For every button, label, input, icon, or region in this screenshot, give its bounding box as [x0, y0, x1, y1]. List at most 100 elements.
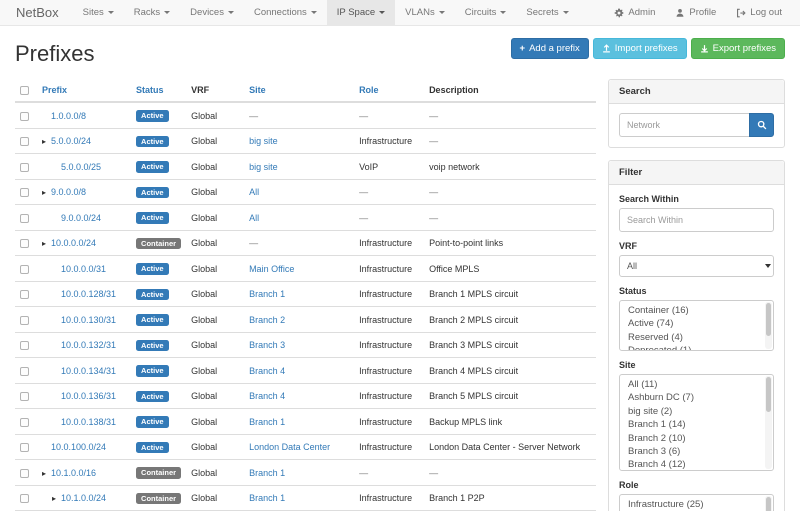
- site-option[interactable]: Branch 4 (12): [620, 458, 773, 471]
- row-checkbox[interactable]: [20, 392, 29, 401]
- table-row: ▸10.0.0.130/31 Active Global Branch 2 In…: [15, 307, 596, 333]
- row-checkbox[interactable]: [20, 443, 29, 452]
- site-option[interactable]: All (11): [620, 378, 773, 391]
- prefix-link[interactable]: 10.0.0.0/24: [51, 238, 96, 248]
- select-all-checkbox[interactable]: [20, 86, 29, 95]
- nav-item-devices[interactable]: Devices: [180, 0, 244, 25]
- site-link[interactable]: Branch 4: [249, 366, 285, 376]
- search-within-input[interactable]: [619, 208, 774, 232]
- prefix-link[interactable]: 10.0.0.130/31: [61, 315, 116, 325]
- row-checkbox[interactable]: [20, 112, 29, 121]
- site-link[interactable]: All: [249, 213, 259, 223]
- site-link[interactable]: Branch 3: [249, 340, 285, 350]
- nav-item-sites[interactable]: Sites: [73, 0, 124, 25]
- prefix-table-body: ▸1.0.0.0/8 Active Global — — — ▸5.0.0.0/…: [15, 102, 596, 511]
- row-checkbox[interactable]: [20, 239, 29, 248]
- import-prefixes-button[interactable]: Import prefixes: [593, 38, 687, 59]
- description-cell: Office MPLS: [424, 256, 596, 282]
- prefix-link[interactable]: 10.0.100.0/24: [51, 442, 106, 452]
- export-prefixes-label: Export prefixes: [713, 43, 776, 54]
- status-listbox[interactable]: Container (16)Active (74)Reserved (4)Dep…: [619, 300, 774, 351]
- row-checkbox[interactable]: [20, 214, 29, 223]
- site-link[interactable]: Branch 4: [249, 391, 285, 401]
- row-checkbox[interactable]: [20, 469, 29, 478]
- row-checkbox[interactable]: [20, 265, 29, 274]
- row-checkbox[interactable]: [20, 418, 29, 427]
- site-link[interactable]: Main Office: [249, 264, 294, 274]
- nav-item-racks[interactable]: Racks: [124, 0, 180, 25]
- search-button[interactable]: [749, 113, 774, 137]
- role-option[interactable]: Infrastructure (25): [620, 498, 773, 511]
- nav-item-label: Secrets: [526, 7, 558, 18]
- row-checkbox[interactable]: [20, 341, 29, 350]
- nav-item-vlans[interactable]: VLANs: [395, 0, 455, 25]
- status-option[interactable]: Reserved (4): [620, 331, 773, 344]
- prefix-link[interactable]: 10.1.0.0/24: [61, 493, 106, 503]
- search-input[interactable]: [619, 113, 749, 137]
- site-listbox[interactable]: All (11)Ashburn DC (7)big site (2)Branch…: [619, 374, 774, 471]
- site-link[interactable]: big site: [249, 162, 278, 172]
- export-prefixes-button[interactable]: Export prefixes: [691, 38, 785, 59]
- status-badge: Active: [136, 365, 169, 377]
- site-scrollbar[interactable]: [765, 376, 772, 469]
- nav-item-secrets[interactable]: Secrets: [516, 0, 578, 25]
- row-checkbox[interactable]: [20, 290, 29, 299]
- row-checkbox[interactable]: [20, 316, 29, 325]
- prefix-link[interactable]: 1.0.0.0/8: [51, 111, 86, 121]
- nav-item-ip-space[interactable]: IP Space: [327, 0, 395, 25]
- row-checkbox[interactable]: [20, 137, 29, 146]
- status-option[interactable]: Active (74): [620, 317, 773, 330]
- nav-menu: SitesRacksDevicesConnectionsIP SpaceVLAN…: [73, 0, 579, 25]
- filter-panel: Filter Search Within VRF All Status Cont…: [608, 160, 785, 511]
- nav-item-circuits[interactable]: Circuits: [455, 0, 517, 25]
- site-link[interactable]: Branch 1: [249, 468, 285, 478]
- add-prefix-button[interactable]: + Add a prefix: [511, 38, 589, 59]
- table-row: ▸5.0.0.0/25 Active Global big site VoIP …: [15, 154, 596, 180]
- role-cell: Infrastructure: [354, 485, 424, 511]
- row-checkbox[interactable]: [20, 367, 29, 376]
- site-link[interactable]: London Data Center: [249, 442, 330, 452]
- logout-menu-item[interactable]: Log out: [726, 0, 792, 25]
- nav-item-connections[interactable]: Connections: [244, 0, 327, 25]
- sort-link-site[interactable]: Site: [249, 85, 266, 95]
- status-option[interactable]: Container (16): [620, 304, 773, 317]
- prefix-link[interactable]: 10.0.0.0/31: [61, 264, 106, 274]
- row-checkbox[interactable]: [20, 163, 29, 172]
- site-option[interactable]: Branch 3 (6): [620, 445, 773, 458]
- site-link[interactable]: Branch 1: [249, 417, 285, 427]
- site-option[interactable]: Branch 1 (14): [620, 418, 773, 431]
- prefix-link[interactable]: 10.0.0.134/31: [61, 366, 116, 376]
- row-checkbox[interactable]: [20, 494, 29, 503]
- vrf-select[interactable]: All: [619, 255, 774, 277]
- prefix-link[interactable]: 10.1.0.0/16: [51, 468, 96, 478]
- prefix-link[interactable]: 10.0.0.136/31: [61, 391, 116, 401]
- row-checkbox[interactable]: [20, 188, 29, 197]
- prefix-link[interactable]: 5.0.0.0/25: [61, 162, 101, 172]
- sort-link-role[interactable]: Role: [359, 85, 379, 95]
- brand-link[interactable]: NetBox: [0, 0, 73, 25]
- prefix-link[interactable]: 10.0.0.128/31: [61, 289, 116, 299]
- status-scrollbar[interactable]: [765, 302, 772, 349]
- prefix-link[interactable]: 10.0.0.132/31: [61, 340, 116, 350]
- profile-menu-item[interactable]: Profile: [665, 0, 726, 25]
- sort-link-status[interactable]: Status: [136, 85, 164, 95]
- prefix-link[interactable]: 5.0.0.0/24: [51, 136, 91, 146]
- site-option[interactable]: big site (2): [620, 405, 773, 418]
- prefix-link[interactable]: 10.0.0.138/31: [61, 417, 116, 427]
- site-link[interactable]: Branch 1: [249, 493, 285, 503]
- sort-link-prefix[interactable]: Prefix: [42, 85, 67, 95]
- status-badge: Container: [136, 467, 181, 479]
- site-link[interactable]: All: [249, 187, 259, 197]
- prefix-link[interactable]: 9.0.0.0/8: [51, 187, 86, 197]
- row-indent: [42, 500, 52, 501]
- site-option[interactable]: Branch 2 (10): [620, 432, 773, 445]
- role-scrollbar[interactable]: [765, 496, 772, 511]
- site-link[interactable]: Branch 1: [249, 289, 285, 299]
- status-option[interactable]: Deprecated (1): [620, 344, 773, 351]
- site-link[interactable]: big site: [249, 136, 278, 146]
- prefix-link[interactable]: 9.0.0.0/24: [61, 213, 101, 223]
- site-link[interactable]: Branch 2: [249, 315, 285, 325]
- role-listbox[interactable]: Infrastructure (25)Management (8)Private…: [619, 494, 774, 511]
- admin-menu-item[interactable]: Admin: [604, 0, 665, 25]
- site-option[interactable]: Ashburn DC (7): [620, 391, 773, 404]
